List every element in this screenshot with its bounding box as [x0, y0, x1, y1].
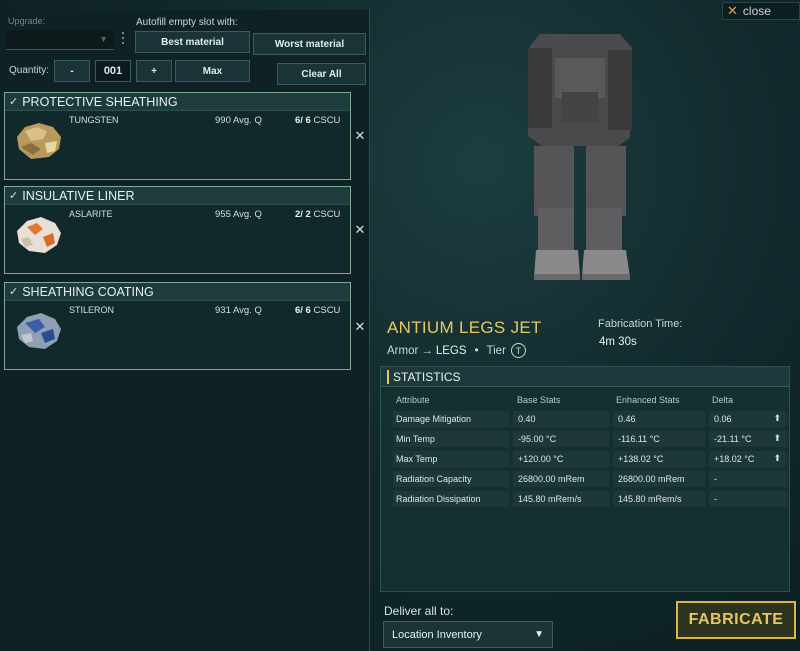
- close-icon: ✕: [727, 3, 738, 18]
- stat-base: +120.00 °C: [513, 451, 609, 467]
- stat-attribute: Max Temp: [393, 451, 509, 467]
- stat-row: Damage Mitigation 0.40 0.46 0.06 ⬆: [393, 411, 787, 428]
- close-button[interactable]: ✕ close: [722, 2, 800, 20]
- deliver-value: Location Inventory: [392, 629, 482, 641]
- material-name: TUNGSTEN: [69, 115, 119, 125]
- arrow-up-icon: ⬆: [773, 413, 781, 423]
- stat-base: 0.40: [513, 411, 609, 427]
- header-base: Base Stats: [517, 395, 561, 405]
- autofill-label: Autofill empty slot with:: [136, 17, 238, 28]
- slot-title: PROTECTIVE SHEATHING: [22, 94, 178, 109]
- worst-material-button[interactable]: Worst material: [253, 33, 366, 55]
- stat-row: Max Temp +120.00 °C +138.02 °C +18.02 °C…: [393, 451, 787, 468]
- clear-all-button[interactable]: Clear All: [277, 63, 366, 85]
- material-count: 2/ 2: [295, 209, 311, 220]
- more-options-icon[interactable]: [121, 29, 125, 51]
- stat-enhanced: -116.11 °C: [613, 431, 705, 447]
- stat-attribute: Radiation Capacity: [393, 471, 509, 487]
- remove-icon[interactable]: ✕: [353, 128, 367, 144]
- tier-badge: T: [510, 343, 526, 358]
- quantity-plus-button[interactable]: +: [136, 60, 172, 82]
- breadcrumb-category: Armor: [387, 344, 419, 357]
- tungsten-icon: [17, 123, 61, 159]
- fabricator-window: Upgrade: ▼ Autofill empty slot with: Bes…: [0, 0, 800, 651]
- header-enhanced: Enhanced Stats: [616, 395, 680, 405]
- upgrade-label: Upgrade:: [8, 16, 46, 26]
- material-count: 6/ 6: [295, 115, 311, 126]
- stat-delta: -21.11 °C: [714, 434, 752, 444]
- stat-row: Min Temp -95.00 °C -116.11 °C -21.11 °C ⬆: [393, 431, 787, 448]
- material-unit: CSCU: [313, 115, 341, 126]
- fabricate-button[interactable]: FABRICATE: [676, 601, 796, 639]
- slot-title: SHEATHING COATING: [22, 284, 154, 299]
- header-delta: Delta: [712, 395, 734, 405]
- check-icon: ✓: [9, 96, 19, 108]
- material-unit: CSCU: [313, 305, 341, 316]
- breadcrumb-subcategory: LEGS: [435, 344, 467, 357]
- stat-enhanced: +138.02 °C: [613, 451, 705, 467]
- stat-delta: +18.02 °C: [714, 454, 755, 464]
- quantity-max-button[interactable]: Max: [175, 60, 250, 82]
- quantity-label: Quantity:: [9, 65, 50, 76]
- aslarite-icon: [17, 217, 61, 253]
- item-title: ANTIUM LEGS JET: [387, 318, 542, 337]
- deliver-location-select[interactable]: Location Inventory ▼: [383, 621, 553, 648]
- arrow-up-icon: ⬆: [773, 453, 781, 463]
- stat-base: -95.00 °C: [513, 431, 609, 447]
- remove-icon[interactable]: ✕: [353, 319, 367, 335]
- stat-row: Radiation Capacity 26800.00 mRem 26800.0…: [393, 471, 787, 488]
- stat-attribute: Radiation Dissipation: [393, 491, 509, 507]
- materials-panel: Upgrade: ▼ Autofill empty slot with: Bes…: [0, 10, 370, 651]
- remove-icon[interactable]: ✕: [353, 222, 367, 238]
- material-quality: 955 Avg. Q: [215, 209, 262, 220]
- best-material-button[interactable]: Best material: [135, 31, 250, 53]
- stat-delta: -: [714, 494, 717, 504]
- slot-sheathing-coating[interactable]: ✓ SHEATHING COATING STILERON 931 Avg. Q 6…: [4, 282, 351, 370]
- material-unit: CSCU: [313, 209, 341, 220]
- breadcrumb: Armor → LEGS • Tier T: [387, 343, 526, 358]
- check-icon: ✓: [9, 190, 19, 202]
- stileron-icon: [17, 313, 61, 349]
- material-quality: 931 Avg. Q: [215, 305, 262, 316]
- stat-base: 145.80 mRem/s: [513, 491, 609, 507]
- stat-enhanced: 0.46: [613, 411, 705, 427]
- armor-legs-preview: [528, 34, 632, 280]
- arrow-up-icon: ⬆: [773, 433, 781, 443]
- stat-enhanced: 26800.00 mRem: [613, 471, 705, 487]
- slot-insulative-liner[interactable]: ✓ INSULATIVE LINER ASLARITE 955 Avg. Q 2/…: [4, 186, 351, 274]
- close-label: close: [742, 4, 771, 18]
- stat-base: 26800.00 mRem: [513, 471, 609, 487]
- quantity-input[interactable]: 001: [95, 60, 131, 82]
- stat-attribute: Min Temp: [393, 431, 509, 447]
- slot-title: INSULATIVE LINER: [22, 188, 135, 203]
- fab-time-label: Fabrication Time:: [598, 318, 683, 330]
- chevron-down-icon: ▼: [534, 629, 544, 640]
- upgrade-select[interactable]: ▼: [6, 30, 114, 50]
- check-icon: ✓: [9, 286, 19, 298]
- chevron-down-icon: ▼: [99, 34, 108, 44]
- arrow-right-icon: →: [421, 344, 433, 357]
- tier-label: Tier: [486, 344, 506, 357]
- deliver-label: Deliver all to:: [384, 604, 454, 618]
- stat-enhanced: 145.80 mRem/s: [613, 491, 705, 507]
- material-name: STILERON: [69, 305, 115, 315]
- statistics-title: STATISTICS: [381, 367, 789, 387]
- fab-time-value: 4m 30s: [599, 336, 637, 348]
- stat-delta: -: [714, 474, 717, 484]
- separator-dot: •: [474, 344, 479, 357]
- slot-protective-sheathing[interactable]: ✓ PROTECTIVE SHEATHING TUNGSTEN 990 Avg. …: [4, 92, 351, 180]
- stat-delta: 0.06: [714, 414, 732, 424]
- material-name: ASLARITE: [69, 209, 113, 219]
- header-attribute: Attribute: [396, 395, 430, 405]
- quantity-minus-button[interactable]: -: [54, 60, 90, 82]
- stat-attribute: Damage Mitigation: [393, 411, 509, 427]
- statistics-panel: STATISTICS Attribute Base Stats Enhanced…: [380, 366, 790, 592]
- material-count: 6/ 6: [295, 305, 311, 316]
- stat-row: Radiation Dissipation 145.80 mRem/s 145.…: [393, 491, 787, 508]
- material-quality: 990 Avg. Q: [215, 115, 262, 126]
